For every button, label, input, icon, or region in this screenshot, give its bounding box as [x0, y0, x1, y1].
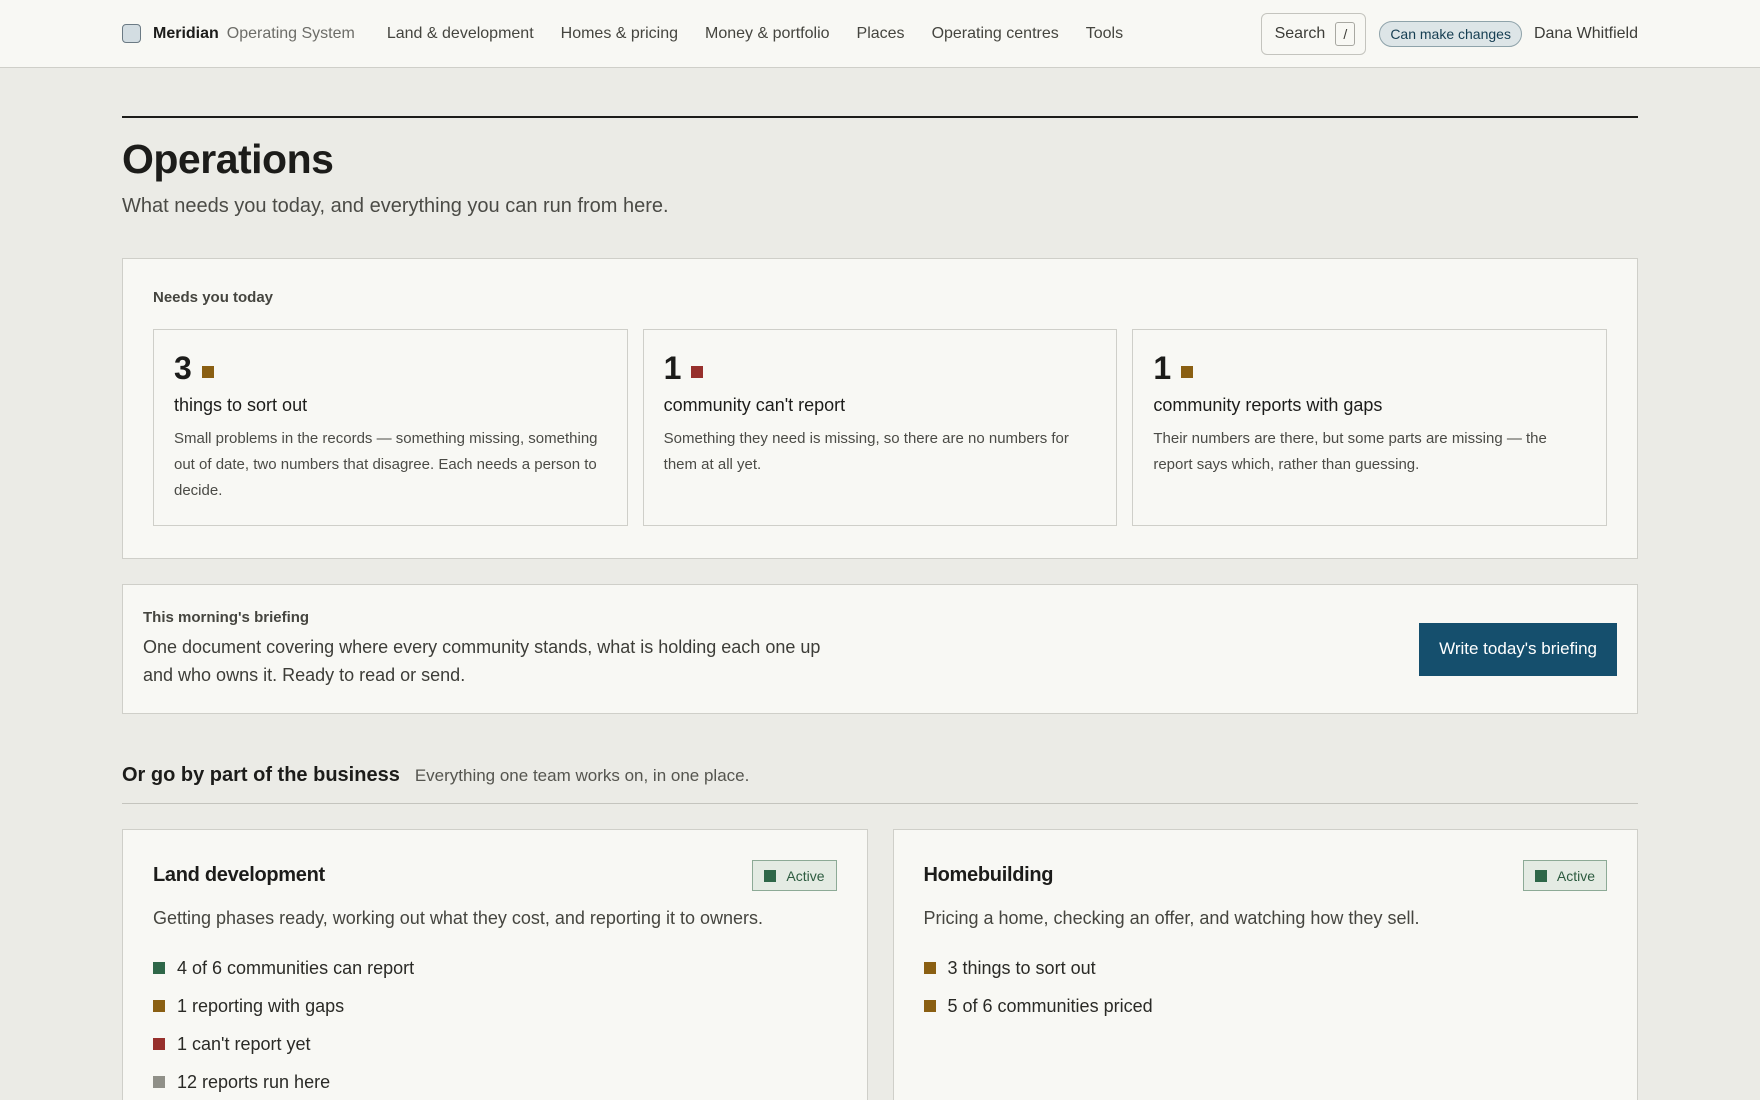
status-square-icon: [153, 1076, 165, 1088]
area-stat-list: 4 of 6 communities can report 1 reportin…: [153, 949, 837, 1100]
list-item: 3 things to sort out: [923, 949, 1608, 987]
status-square-icon: [1181, 365, 1194, 378]
area-card-homebuilding[interactable]: Homebuilding Active Pricing a home, chec…: [892, 829, 1638, 1100]
stat-text: 5 of 6 communities priced: [947, 995, 1153, 1016]
card-title: things to sort out: [174, 395, 308, 415]
needs-today-panel: Needs you today 3 things to sort out Sma…: [122, 258, 1638, 559]
area-stat-list: 3 things to sort out 5 of 6 communities …: [923, 949, 1608, 1025]
status-square-icon: [1534, 869, 1547, 882]
card-title: community reports with gaps: [1153, 395, 1383, 415]
stat-text: 3 things to sort out: [947, 957, 1096, 978]
list-item: 1 reporting with gaps: [153, 987, 837, 1025]
brand-name: Meridian: [153, 24, 219, 42]
nav-places[interactable]: Places: [857, 25, 905, 43]
card-description: Small problems in the records — somethin…: [174, 430, 598, 499]
status-square-icon: [153, 962, 165, 974]
status-square-icon: [923, 962, 936, 974]
search-button[interactable]: Search /: [1260, 12, 1367, 55]
card-count: 1: [663, 350, 682, 386]
write-briefing-button[interactable]: Write today's briefing: [1419, 622, 1617, 676]
stat-text: 12 reports run here: [177, 1071, 331, 1092]
card-title: community can't report: [663, 395, 846, 415]
stat-text: 4 of 6 communities can report: [177, 957, 415, 978]
nav-tools[interactable]: Tools: [1086, 25, 1123, 43]
section-subtitle: Everything one team works on, in one pla…: [414, 766, 750, 785]
app-logo-icon: [122, 24, 141, 43]
brand-subtitle: Operating System: [226, 24, 355, 42]
card-count: 1: [1153, 350, 1172, 386]
briefing-description: One document covering where every commun…: [143, 637, 821, 685]
card-description: Something they need is missing, so there…: [663, 430, 1069, 473]
page-title: Operations: [122, 136, 334, 182]
area-title: Homebuilding: [923, 864, 1054, 886]
search-shortcut-key: /: [1335, 21, 1356, 46]
badge-label: Active: [786, 867, 825, 884]
card-count: 3: [174, 350, 192, 386]
status-square-icon: [764, 869, 777, 882]
status-square-icon: [691, 365, 704, 378]
main-nav: Land & development Homes & pricing Money…: [387, 25, 1150, 43]
nav-homes-pricing[interactable]: Homes & pricing: [561, 25, 678, 43]
badge-label: Active: [1556, 867, 1595, 884]
user-menu[interactable]: Dana Whitfield: [1534, 25, 1638, 43]
card-description: Their numbers are there, but some parts …: [1153, 430, 1547, 473]
section-title: Or go by part of the business: [122, 764, 400, 786]
area-description: Pricing a home, checking an offer, and w…: [923, 908, 1420, 928]
list-item: 4 of 6 communities can report: [153, 949, 837, 987]
page-subtitle: What needs you today, and everything you…: [122, 195, 669, 217]
briefing-panel: This morning's briefing One document cov…: [122, 584, 1638, 714]
active-status-badge: Active: [752, 860, 837, 891]
permission-badge: Can make changes: [1379, 20, 1522, 47]
main-content: Operations What needs you today, and eve…: [0, 68, 1760, 1100]
needs-card-cant-report[interactable]: 1 community can't report Something they …: [642, 329, 1118, 526]
status-square-icon: [923, 1000, 936, 1012]
area-title: Land development: [153, 864, 325, 886]
needs-card-things-to-sort-out[interactable]: 3 things to sort out Small problems in t…: [153, 329, 628, 526]
nav-operating-centres[interactable]: Operating centres: [932, 25, 1059, 43]
status-square-icon: [153, 1038, 165, 1050]
brand[interactable]: Meridian Operating System: [122, 24, 355, 43]
stat-text: 1 can't report yet: [177, 1033, 311, 1054]
search-label: Search: [1274, 24, 1326, 42]
business-section-header: Or go by part of the business Everything…: [122, 764, 1638, 804]
area-description: Getting phases ready, working out what t…: [153, 908, 763, 928]
list-item: 1 can't report yet: [153, 1025, 837, 1063]
title-rule: [122, 116, 1638, 118]
nav-land-development[interactable]: Land & development: [387, 25, 534, 43]
needs-card-reports-with-gaps[interactable]: 1 community reports with gaps Their numb…: [1132, 329, 1608, 526]
needs-today-label: Needs you today: [153, 289, 274, 306]
briefing-label: This morning's briefing: [143, 609, 310, 626]
nav-money-portfolio[interactable]: Money & portfolio: [705, 25, 830, 43]
list-item: 5 of 6 communities priced: [923, 987, 1608, 1025]
area-card-land-development[interactable]: Land development Active Getting phases r…: [122, 829, 868, 1100]
active-status-badge: Active: [1522, 860, 1607, 891]
list-item: 12 reports run here: [153, 1063, 837, 1100]
status-square-icon: [153, 1000, 165, 1012]
top-navigation-bar: Meridian Operating System Land & develop…: [0, 0, 1760, 68]
status-square-icon: [201, 365, 214, 378]
stat-text: 1 reporting with gaps: [177, 995, 345, 1016]
